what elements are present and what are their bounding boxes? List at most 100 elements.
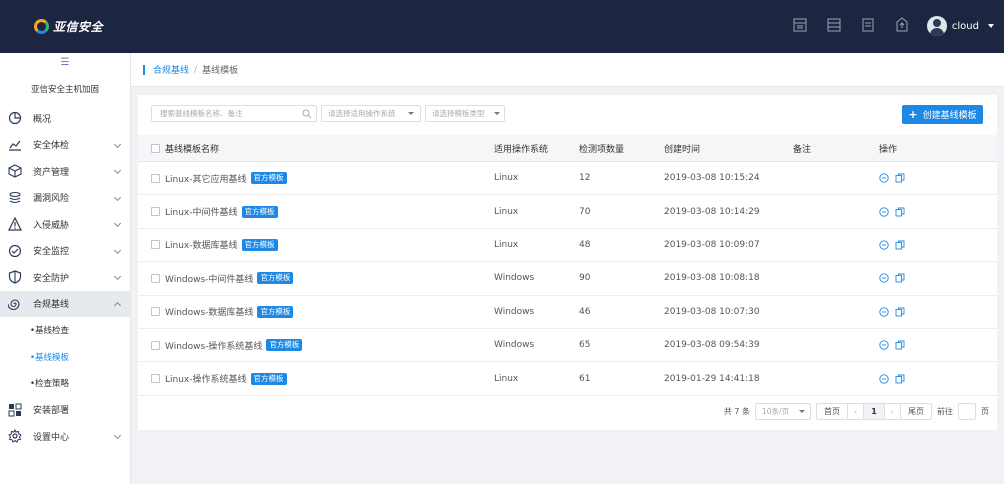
row-checkbox[interactable] [151, 307, 160, 317]
sidebar-item-label: 入侵威胁 [33, 220, 70, 231]
os-select[interactable]: 请选择适用操作系统 [321, 105, 421, 122]
cell-os: Linux [494, 239, 519, 250]
copy-icon[interactable] [895, 173, 905, 183]
user-menu[interactable]: cloud [926, 16, 994, 36]
chevron-down-icon [113, 140, 122, 148]
sidebar-item-label: 安全防护 [33, 273, 70, 284]
header-name: 基线模板名称 [138, 142, 494, 155]
cell-created: 2019-03-08 10:08:18 [664, 273, 760, 284]
row-checkbox[interactable] [151, 207, 160, 217]
cell-name: Linux-操作系统基线 官方模板 [138, 372, 494, 385]
menu-toggle-icon[interactable]: ☰ [0, 57, 130, 69]
cell-ops [879, 240, 979, 250]
row-checkbox[interactable] [151, 374, 160, 384]
sidebar-item-label: 设置中心 [33, 432, 70, 443]
sidebar-item-deployment[interactable]: 安装部署 [0, 397, 130, 424]
row-checkbox[interactable] [151, 240, 160, 250]
view-icon[interactable] [879, 173, 889, 183]
breadcrumb: 合规基线 / 基线模板 [131, 53, 1004, 87]
sidebar-item-intrusion[interactable]: 入侵威胁 [0, 211, 130, 238]
goto-prefix: 前往 [937, 407, 953, 416]
top-bar: 亚信安全 cloud [0, 0, 1004, 53]
row-checkbox[interactable] [151, 340, 160, 350]
sidebar-item-vulnerabilities[interactable]: 漏洞风险 [0, 185, 130, 212]
sidebar-item-assets[interactable]: 资产管理 [0, 158, 130, 185]
view-icon[interactable] [879, 307, 889, 317]
copy-icon[interactable] [895, 240, 905, 250]
server-icon[interactable] [792, 17, 808, 33]
user-name: cloud [951, 20, 979, 32]
view-icon[interactable] [879, 240, 889, 250]
first-page-button[interactable]: 首页 [817, 404, 849, 419]
upload-icon[interactable] [894, 17, 910, 33]
submenu-item-baseline-template[interactable]: •基线模板 [0, 344, 130, 371]
header-os: 适用操作系统 [494, 144, 549, 155]
copy-icon[interactable] [895, 207, 905, 217]
copy-icon[interactable] [895, 340, 905, 350]
chevron-up-icon [113, 301, 122, 309]
cell-name: Windows-中间件基线 官方模板 [138, 272, 494, 285]
template-type-select[interactable]: 请选择模板类型 [425, 105, 505, 122]
template-name[interactable]: Linux-中间件基线 [165, 205, 238, 218]
spiral-icon [8, 299, 20, 310]
cell-os: Linux [494, 173, 519, 184]
cell-created: 2019-03-08 10:07:30 [664, 306, 760, 317]
select-all-checkbox[interactable] [151, 143, 160, 153]
chevron-down-icon [113, 219, 122, 228]
template-name[interactable]: Windows-数据库基线 [165, 305, 253, 318]
create-template-button[interactable]: + 创建基线模板 [902, 105, 983, 124]
template-name[interactable]: Linux-操作系统基线 [165, 372, 247, 385]
copy-icon[interactable] [895, 374, 905, 384]
page-number-button[interactable]: 1 [864, 404, 885, 419]
sidebar-item-protection[interactable]: 安全防护 [0, 264, 130, 291]
copy-icon[interactable] [895, 307, 905, 317]
database-icon[interactable] [826, 17, 842, 33]
cell-count: 12 [579, 173, 591, 184]
row-checkbox[interactable] [151, 273, 160, 283]
sidebar-item-label: 安装部署 [33, 406, 70, 417]
header-name-label: 基线模板名称 [165, 144, 220, 155]
sidebar-item-settings[interactable]: 设置中心 [0, 423, 130, 450]
view-icon[interactable] [879, 340, 889, 350]
header-ops: 操作 [879, 144, 898, 155]
chevron-down-icon [494, 112, 500, 115]
type-select-placeholder: 请选择模板类型 [432, 109, 485, 118]
sidebar-item-overview[interactable]: 概况 [0, 105, 130, 132]
row-checkbox[interactable] [151, 173, 160, 183]
sidebar-item-label: 合规基线 [33, 300, 70, 311]
page-size-value: 10条/页 [762, 407, 790, 416]
copy-icon[interactable] [895, 273, 905, 283]
template-name[interactable]: Windows-操作系统基线 [165, 339, 262, 352]
cell-created: 2019-03-08 10:09:07 [664, 239, 760, 250]
template-name[interactable]: Linux-数据库基线 [165, 238, 238, 251]
monitor-icon [8, 244, 22, 257]
last-page-button[interactable]: 尾页 [901, 404, 931, 419]
clipboard-icon[interactable] [860, 17, 876, 33]
search-input[interactable] [152, 106, 297, 121]
submenu-item-baseline-check[interactable]: •基线检查 [0, 317, 130, 344]
view-icon[interactable] [879, 273, 889, 284]
prev-page-button[interactable]: ‹ [848, 404, 865, 419]
breadcrumb-parent-link[interactable]: 合规基线 [153, 63, 189, 76]
search-icon[interactable] [302, 109, 312, 119]
view-icon[interactable] [879, 373, 889, 384]
submenu-item-check-policy[interactable]: •检查策略 [0, 370, 130, 397]
next-page-button[interactable]: › [885, 404, 901, 419]
table-header: 基线模板名称 适用操作系统 检测项数量 创建时间 备注 操作 [138, 135, 997, 162]
sidebar-item-health-check[interactable]: 安全体检 [0, 132, 130, 159]
cell-ops [879, 173, 979, 183]
cell-count: 61 [579, 373, 591, 384]
chevron-down-icon [988, 24, 994, 28]
cell-os: Linux [494, 206, 519, 217]
cell-count: 70 [579, 206, 591, 217]
template-name[interactable]: Linux-其它应用基线 [165, 172, 247, 185]
view-icon[interactable] [879, 206, 889, 217]
goto-page-input[interactable] [958, 403, 976, 420]
cell-count: 48 [579, 239, 591, 250]
logo[interactable]: 亚信安全 [0, 0, 131, 53]
page-size-select[interactable]: 10条/页 [755, 403, 812, 420]
sidebar-item-monitoring[interactable]: 安全监控 [0, 238, 130, 265]
sidebar-item-compliance[interactable]: 合规基线 [0, 290, 130, 317]
template-name[interactable]: Windows-中间件基线 [165, 272, 253, 285]
cell-os: Windows [494, 340, 535, 351]
